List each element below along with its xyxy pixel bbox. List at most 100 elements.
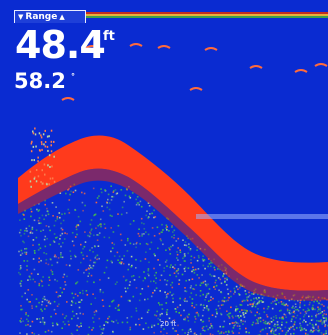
sonar-speckle	[159, 264, 161, 266]
sonar-speckle	[243, 309, 245, 311]
sonar-speckle	[62, 242, 64, 244]
sonar-speckle	[235, 315, 237, 317]
sonar-speckle	[152, 292, 154, 294]
clutter-speck	[41, 148, 43, 151]
sonar-speckle	[121, 206, 124, 209]
sonar-speckle	[94, 257, 96, 259]
sonar-speckle	[205, 294, 208, 297]
sonar-speckle	[60, 253, 62, 256]
sonar-speckle	[68, 323, 70, 326]
sonar-speckle	[70, 257, 72, 260]
sonar-speckle	[202, 309, 205, 311]
sonar-speckle	[19, 283, 22, 285]
sonar-speckle	[251, 305, 253, 308]
clutter-speck	[40, 134, 42, 137]
sonar-speckle	[77, 269, 80, 271]
sonar-speckle	[77, 295, 79, 297]
sonar-speckle	[217, 300, 220, 303]
sonar-speckle	[274, 303, 277, 305]
sonar-speckle	[311, 323, 314, 326]
sonar-speckle	[49, 229, 51, 232]
sonar-speckle	[204, 267, 206, 270]
sonar-speckle	[128, 284, 131, 286]
sonar-speckle	[38, 284, 40, 287]
sonar-speckle	[317, 327, 320, 329]
sonar-speckle	[25, 313, 27, 316]
sonar-speckle	[211, 314, 214, 316]
sonar-speckle	[293, 323, 296, 325]
range-button[interactable]: ▼ Range ▲	[14, 10, 86, 23]
sonar-speckle	[79, 312, 82, 315]
sonar-speckle	[284, 304, 287, 306]
sonar-speckle	[165, 259, 168, 262]
sonar-speckle	[114, 307, 117, 309]
sonar-speckle	[184, 270, 186, 272]
sonar-speckle	[31, 305, 33, 307]
sonar-speckle	[145, 251, 147, 253]
sonar-speckle	[174, 308, 177, 311]
sonar-speckle	[193, 272, 196, 274]
sonar-speckle	[154, 314, 156, 316]
sonar-speckle	[227, 299, 229, 302]
sonar-speckle	[43, 321, 46, 324]
sonar-speckle	[290, 320, 293, 323]
sonar-speckle	[89, 249, 91, 252]
sonar-speckle	[163, 270, 165, 272]
sonar-speckle	[120, 295, 123, 298]
sonar-speckle	[179, 264, 182, 266]
sonar-speckle	[187, 267, 190, 269]
sonar-speckle	[191, 270, 193, 273]
sonar-speckle	[110, 250, 112, 253]
sonar-speckle	[266, 315, 269, 318]
sonar-speckle	[285, 331, 288, 334]
sonar-speckle	[103, 236, 106, 239]
sonar-speckle	[138, 299, 141, 302]
sonar-speckle	[281, 330, 284, 332]
sonar-speckle	[242, 314, 245, 316]
sonar-speckle	[276, 321, 279, 323]
sonar-speckle	[176, 251, 178, 253]
sonar-speckle	[258, 300, 260, 303]
sonar-speckle	[325, 317, 327, 319]
sonar-speckle	[117, 225, 120, 227]
sonar-speckle	[244, 312, 247, 314]
sonar-speckle	[56, 305, 59, 307]
sonar-speckle	[82, 313, 84, 315]
sonar-speckle	[215, 311, 218, 313]
sonar-speckle	[264, 327, 267, 330]
sonar-speckle	[160, 330, 162, 333]
sonar-speckle	[105, 321, 107, 323]
sonar-speckle	[91, 247, 93, 249]
sonar-speckle	[95, 310, 98, 313]
sonar-speckle	[88, 264, 91, 267]
sonar-speckle	[20, 234, 22, 237]
sonar-speckle	[198, 277, 200, 279]
sonar-speckle	[207, 309, 210, 312]
sonar-speckle	[61, 327, 63, 329]
sonar-speckle	[271, 307, 274, 310]
sonar-speckle	[262, 319, 265, 322]
sonar-speckle	[81, 289, 84, 292]
sonar-speckle	[206, 293, 208, 295]
sonar-speckle	[228, 312, 230, 315]
sonar-speckle	[90, 266, 92, 269]
sonar-speckle	[64, 281, 66, 283]
sonar-speckle	[77, 317, 79, 320]
sonar-speckle	[303, 315, 305, 318]
sonar-speckle	[311, 331, 314, 333]
sonar-speckle	[178, 283, 180, 285]
sonar-speckle	[214, 288, 216, 290]
sonar-speckle	[231, 315, 234, 317]
sonar-speckle	[112, 196, 115, 198]
sonar-speckle	[192, 266, 194, 269]
sonar-speckle	[97, 224, 99, 227]
sonar-speckle	[300, 328, 303, 331]
sonar-speckle	[92, 327, 95, 329]
sonar-speckle	[108, 305, 111, 307]
sonar-speckle	[74, 236, 77, 238]
sonar-speckle	[45, 214, 47, 217]
sonar-speckle	[54, 278, 56, 281]
sonar-speckle	[156, 226, 159, 229]
sonar-speckle	[138, 228, 140, 230]
sonar-speckle	[60, 252, 62, 254]
